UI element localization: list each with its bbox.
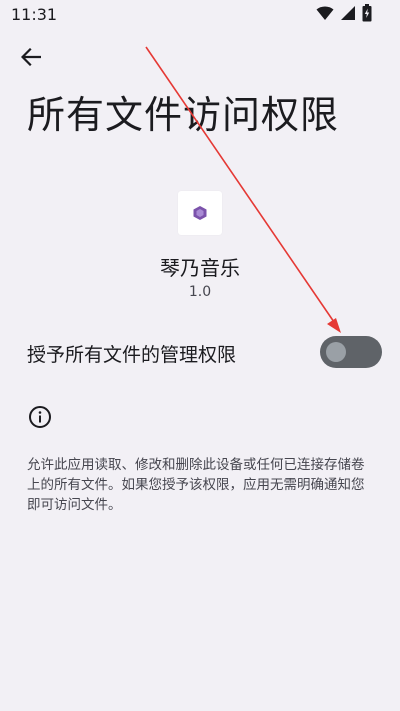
back-button[interactable] <box>14 44 48 74</box>
signal-icon <box>340 5 356 25</box>
wifi-icon <box>316 5 334 25</box>
status-time: 11:31 <box>11 5 58 24</box>
app-version: 1.0 <box>188 284 212 300</box>
permission-toggle[interactable] <box>320 336 382 368</box>
permission-description: 允许此应用读取、修改和删除此设备或任何已连接存储卷上的所有文件。如果您授予该权限… <box>27 457 365 513</box>
battery-icon <box>362 4 372 26</box>
info-icon <box>28 405 52 429</box>
app-name: 琴乃音乐 <box>160 256 240 280</box>
toggle-thumb <box>326 342 346 362</box>
status-icons <box>316 4 372 26</box>
permission-label: 授予所有文件的管理权限 <box>27 344 237 366</box>
app-icon <box>178 191 222 235</box>
status-bar: 11:31 <box>0 0 400 28</box>
arrow-left-icon <box>20 47 42 70</box>
permission-toggle-row[interactable]: 授予所有文件的管理权限 <box>0 330 400 376</box>
page-title: 所有文件访问权限 <box>27 93 340 137</box>
